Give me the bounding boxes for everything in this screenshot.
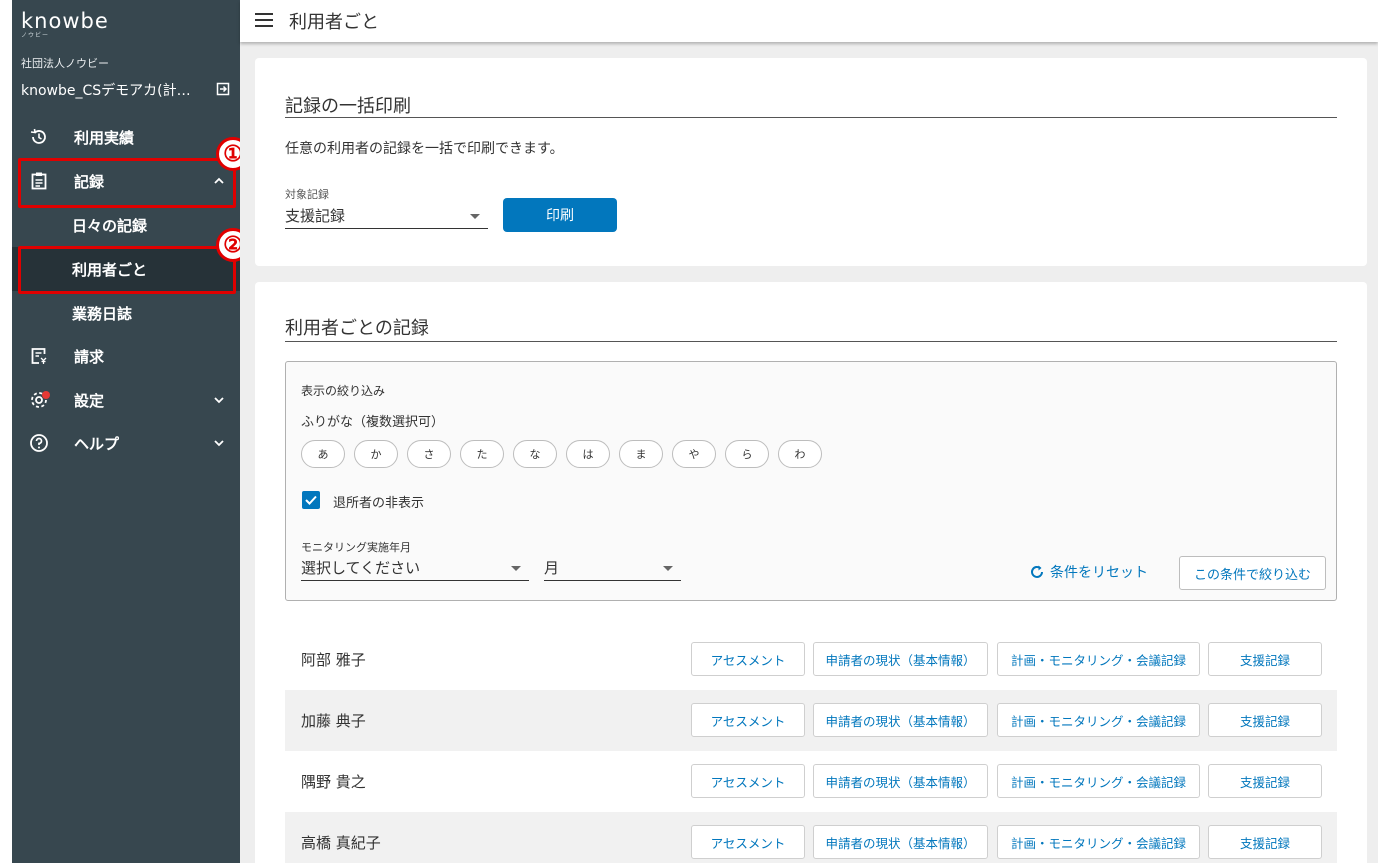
page-title: 利用者ごと bbox=[289, 12, 379, 33]
apply-filter-button[interactable]: この条件で絞り込む bbox=[1179, 556, 1326, 590]
plan-monitoring-button[interactable]: 計画・モニタリング・会議記録 bbox=[997, 642, 1200, 676]
applicant-status-button[interactable]: 申請者の現状（基本情報） bbox=[813, 703, 988, 737]
sidebar-item-label: 利用者ごと bbox=[72, 260, 148, 279]
support-record-button[interactable]: 支援記録 bbox=[1208, 764, 1322, 798]
history-icon bbox=[28, 126, 50, 148]
chevron-down-icon bbox=[214, 397, 224, 404]
monitoring-year-value: 選択してください bbox=[301, 559, 421, 577]
monitoring-year-select[interactable]: 選択してください bbox=[301, 553, 529, 581]
bulk-print-description: 任意の利用者の記録を一括で印刷できます。 bbox=[285, 141, 564, 157]
gear-icon bbox=[28, 389, 50, 411]
user-name: 加藤 典子 bbox=[301, 712, 366, 730]
kana-filter-ma[interactable]: ま bbox=[619, 440, 663, 468]
monitoring-month-select[interactable]: 月 bbox=[544, 553, 681, 581]
menu-icon[interactable] bbox=[255, 13, 273, 27]
assessment-button[interactable]: アセスメント bbox=[691, 703, 805, 737]
table-row: 隅野 貴之 アセスメント 申請者の現状（基本情報） 計画・モニタリング・会議記録… bbox=[285, 751, 1337, 812]
divider bbox=[285, 117, 1337, 118]
kana-filter-ha[interactable]: は bbox=[566, 440, 610, 468]
bulk-print-title: 記録の一括印刷 bbox=[285, 96, 411, 117]
kana-filter-a[interactable]: あ bbox=[301, 440, 345, 468]
filter-heading: 表示の絞り込み bbox=[301, 384, 386, 398]
kana-filter-ka[interactable]: か bbox=[354, 440, 398, 468]
support-record-button[interactable]: 支援記録 bbox=[1208, 825, 1322, 859]
refresh-icon bbox=[1031, 565, 1043, 578]
table-row: 阿部 雅子 アセスメント 申請者の現状（基本情報） 計画・モニタリング・会議記録… bbox=[285, 629, 1337, 690]
applicant-status-button[interactable]: 申請者の現状（基本情報） bbox=[813, 825, 988, 859]
sidebar-item-billing[interactable]: 請求 bbox=[12, 334, 240, 378]
dropdown-arrow-icon bbox=[470, 214, 480, 219]
sidebar-item-records[interactable]: 記録 bbox=[12, 159, 240, 203]
plan-monitoring-button[interactable]: 計画・モニタリング・会議記録 bbox=[997, 703, 1200, 737]
assessment-button[interactable]: アセスメント bbox=[691, 825, 805, 859]
sidebar-item-usage[interactable]: 利用実績 bbox=[12, 115, 240, 159]
dropdown-arrow-icon bbox=[511, 566, 521, 571]
kana-filter-ta[interactable]: た bbox=[460, 440, 504, 468]
kana-filter-ra[interactable]: ら bbox=[725, 440, 769, 468]
checkmark-icon bbox=[305, 495, 317, 505]
filter-panel: 表示の絞り込み ふりがな（複数選択可） あ か さ た な は ま や ら わ … bbox=[285, 361, 1337, 601]
sidebar: knowbe ノウビー 社団法人ノウビー knowbe_CSデモアカ(計… 利用… bbox=[12, 0, 240, 863]
user-records-card: 利用者ごとの記録 表示の絞り込み ふりがな（複数選択可） あ か さ た な は… bbox=[255, 282, 1367, 863]
sidebar-item-work-log[interactable]: 業務日誌 bbox=[12, 291, 240, 335]
target-record-value: 支援記録 bbox=[285, 207, 346, 225]
top-bar: 利用者ごと bbox=[240, 0, 1378, 42]
plan-monitoring-button[interactable]: 計画・モニタリング・会議記録 bbox=[997, 825, 1200, 859]
assessment-button[interactable]: アセスメント bbox=[691, 764, 805, 798]
kana-filter-ya[interactable]: や bbox=[672, 440, 716, 468]
sidebar-item-label: 設定 bbox=[74, 391, 105, 410]
monitoring-month-value: 月 bbox=[544, 559, 560, 577]
applicant-status-button[interactable]: 申請者の現状（基本情報） bbox=[813, 642, 988, 676]
sidebar-item-label: 記録 bbox=[74, 172, 105, 191]
hide-retired-label: 退所者の非表示 bbox=[333, 496, 425, 511]
chevron-down-icon bbox=[214, 440, 224, 447]
sidebar-item-per-user[interactable]: 利用者ごと bbox=[12, 247, 240, 291]
facility-name: knowbe_CSデモアカ(計… bbox=[21, 83, 191, 99]
sidebar-item-settings[interactable]: 設定 bbox=[12, 378, 240, 422]
applicant-status-button[interactable]: 申請者の現状（基本情報） bbox=[813, 764, 988, 798]
support-record-button[interactable]: 支援記録 bbox=[1208, 703, 1322, 737]
target-record-label: 対象記録 bbox=[285, 188, 329, 201]
logo: knowbe ノウビー bbox=[21, 9, 109, 39]
chevron-up-icon bbox=[214, 177, 224, 184]
sidebar-item-label: 日々の記録 bbox=[72, 216, 148, 235]
support-record-button[interactable]: 支援記録 bbox=[1208, 642, 1322, 676]
notification-badge bbox=[42, 391, 50, 399]
dropdown-arrow-icon bbox=[663, 566, 673, 571]
assessment-button[interactable]: アセスメント bbox=[691, 642, 805, 676]
divider bbox=[285, 341, 1337, 342]
furigana-label: ふりがな（複数選択可） bbox=[301, 415, 445, 430]
table-row: 高橋 真紀子 アセスメント 申請者の現状（基本情報） 計画・モニタリング・会議記… bbox=[285, 812, 1337, 863]
logout-icon[interactable] bbox=[216, 82, 230, 96]
sidebar-item-label: ヘルプ bbox=[74, 434, 120, 453]
sidebar-item-label: 業務日誌 bbox=[72, 304, 133, 323]
clipboard-icon bbox=[28, 170, 50, 192]
print-button[interactable]: 印刷 bbox=[503, 198, 617, 232]
sidebar-item-help[interactable]: ヘルプ bbox=[12, 421, 240, 465]
sidebar-item-label: 利用実績 bbox=[74, 128, 135, 147]
kana-filter-sa[interactable]: さ bbox=[407, 440, 451, 468]
user-records-title: 利用者ごとの記録 bbox=[285, 318, 429, 339]
help-icon bbox=[28, 432, 50, 454]
main-content: 記録の一括印刷 任意の利用者の記録を一括で印刷できます。 対象記録 支援記録 印… bbox=[240, 42, 1378, 863]
user-name: 高橋 真紀子 bbox=[301, 834, 381, 852]
bulk-print-card: 記録の一括印刷 任意の利用者の記録を一括で印刷できます。 対象記録 支援記録 印… bbox=[255, 58, 1367, 266]
sidebar-item-daily-records[interactable]: 日々の記録 bbox=[12, 203, 240, 247]
target-record-select[interactable]: 支援記録 bbox=[285, 201, 488, 229]
plan-monitoring-button[interactable]: 計画・モニタリング・会議記録 bbox=[997, 764, 1200, 798]
reset-conditions-link[interactable]: 条件をリセット bbox=[1028, 562, 1148, 582]
corporation-name: 社団法人ノウビー bbox=[21, 57, 109, 70]
sidebar-item-label: 請求 bbox=[74, 347, 105, 366]
hide-retired-checkbox[interactable] bbox=[302, 491, 320, 509]
kana-filter-na[interactable]: な bbox=[513, 440, 557, 468]
reset-conditions-label: 条件をリセット bbox=[1050, 565, 1148, 581]
invoice-icon bbox=[28, 345, 50, 367]
kana-filter-wa[interactable]: わ bbox=[778, 440, 822, 468]
table-row: 加藤 典子 アセスメント 申請者の現状（基本情報） 計画・モニタリング・会議記録… bbox=[285, 690, 1337, 751]
user-name: 隅野 貴之 bbox=[301, 773, 366, 791]
user-name: 阿部 雅子 bbox=[301, 651, 366, 669]
